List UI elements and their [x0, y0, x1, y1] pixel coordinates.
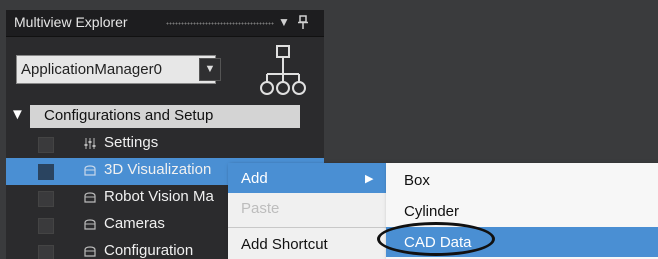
- annotation-oval: [377, 222, 495, 256]
- chevron-down-icon[interactable]: ▼: [199, 58, 221, 81]
- panel-grip[interactable]: [166, 22, 274, 25]
- device-selector-value: ApplicationManager0: [21, 61, 162, 78]
- tree-item-label: 3D Visualization: [104, 161, 212, 178]
- menu-item-add-shortcut[interactable]: Add Shortcut: [228, 229, 386, 259]
- submenu-arrow-icon: ▶: [365, 173, 374, 185]
- expand-arrow-icon[interactable]: ▼: [10, 106, 25, 123]
- device-selector[interactable]: ApplicationManager0 ▼: [16, 55, 221, 84]
- context-menu: Add ▶ Paste Add Shortcut: [228, 163, 386, 259]
- section-label: Configurations and Setup: [30, 105, 300, 128]
- tree-item-settings[interactable]: Settings: [6, 131, 324, 158]
- folder-icon: [84, 192, 96, 203]
- folder-icon: [84, 165, 96, 176]
- pin-icon[interactable]: [298, 15, 308, 32]
- menu-item-label: Cylinder: [404, 203, 460, 220]
- menu-item-label: Add: [241, 170, 268, 187]
- submenu-item-box[interactable]: Box: [386, 165, 658, 195]
- menu-item-label: Box: [404, 172, 430, 189]
- tree-item-checkbox[interactable]: [38, 218, 54, 234]
- tree-item-label: Settings: [104, 134, 159, 151]
- panel-title: Multiview Explorer: [14, 14, 128, 30]
- panel-menu-dropdown-icon[interactable]: ▼: [278, 15, 290, 29]
- panel-titlebar[interactable]: Multiview Explorer ▼: [6, 10, 324, 37]
- hierarchy-view-icon[interactable]: [256, 44, 310, 100]
- tree-item-checkbox[interactable]: [38, 245, 54, 259]
- menu-item-label: Add Shortcut: [241, 236, 328, 253]
- folder-icon: [84, 219, 96, 230]
- menu-item-label: Paste: [241, 200, 280, 217]
- tree-item-label: Configuration: [104, 242, 194, 259]
- tree-item-checkbox[interactable]: [38, 191, 54, 207]
- tree-item-checkbox[interactable]: [38, 164, 54, 180]
- menu-separator: [228, 227, 386, 228]
- tree-item-label: Cameras: [104, 215, 165, 232]
- tree-item-checkbox[interactable]: [38, 137, 54, 153]
- menu-item-add[interactable]: Add ▶: [228, 163, 386, 193]
- app-window: Multiview Explorer ▼ ApplicationManager0…: [0, 0, 658, 259]
- tree-section-configurations[interactable]: ▼ Configurations and Setup: [6, 104, 324, 130]
- folder-icon: [84, 246, 96, 257]
- menu-item-paste[interactable]: Paste: [228, 193, 386, 223]
- sliders-icon: [84, 138, 96, 149]
- tree-item-label: Robot Vision Ma: [104, 188, 214, 205]
